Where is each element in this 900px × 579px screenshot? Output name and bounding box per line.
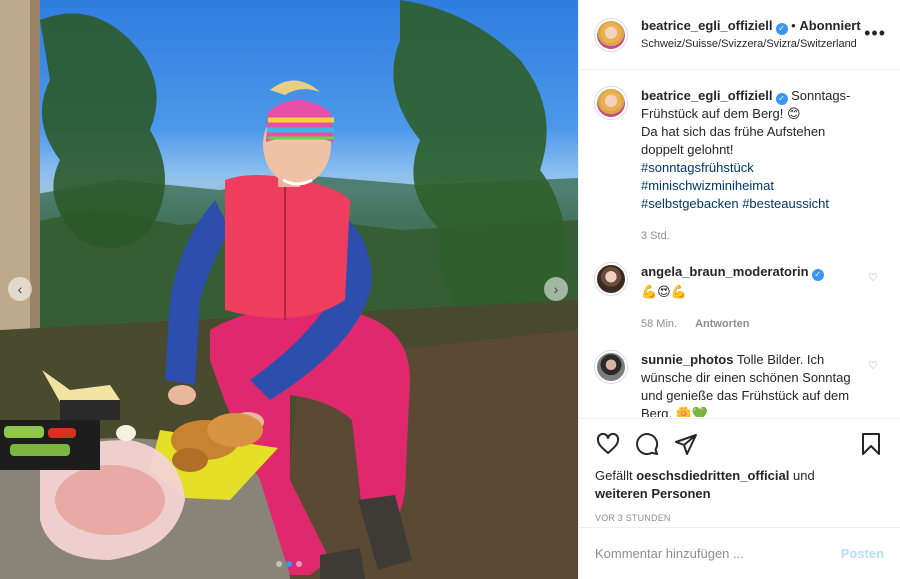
chevron-left-icon: ‹ <box>17 281 23 297</box>
carousel-prev-button[interactable]: ‹ <box>8 277 32 301</box>
hashtag-link[interactable]: #sonntagsfrühstück <box>641 159 863 177</box>
likes-summary: Gefällt oeschsdiedritten_official und we… <box>595 467 884 503</box>
carousel-dot <box>276 561 282 567</box>
caption: beatrice_egli_offiziell ✓ Sonntags-Frühst… <box>595 87 884 245</box>
comment-icon <box>636 433 659 456</box>
likes-prefix: Gefällt <box>595 468 633 483</box>
like-button[interactable] <box>595 431 621 457</box>
hashtag-link[interactable]: #selbstgebacken <box>641 196 739 211</box>
carousel-next-button[interactable]: › <box>544 277 568 301</box>
post-photo[interactable]: ‹ › <box>0 0 578 579</box>
comment-avatar[interactable] <box>595 351 627 383</box>
caption-time[interactable]: 3 Std. <box>641 227 863 245</box>
hashtag-link[interactable]: #minischwizminiheimat <box>641 177 863 195</box>
share-icon <box>675 434 697 455</box>
comment-like-heart-icon[interactable]: ♡ <box>868 271 878 284</box>
comment-username[interactable]: angela_braun_moderatorin <box>641 264 809 279</box>
action-icons-row <box>595 431 884 457</box>
comment-username[interactable]: sunnie_photos <box>641 352 733 367</box>
post-actions: Gefällt oeschsdiedritten_official und we… <box>579 418 900 523</box>
comment-text: 💪😍💪 <box>641 284 687 299</box>
carousel-indicator <box>276 561 302 567</box>
likes-others-link[interactable]: weiteren Personen <box>595 486 711 501</box>
liker-username[interactable]: oeschsdiedritten_official <box>636 468 789 483</box>
header-separator: • <box>791 17 796 33</box>
verified-icon: ✓ <box>775 93 788 105</box>
post-comment-button[interactable]: Posten <box>841 546 884 561</box>
verified-icon: ✓ <box>775 22 788 35</box>
comment-body: sunnie_photos Tolle Bilder. Ich wünsche … <box>641 351 863 417</box>
instagram-post-dialog: ‹ › beatrice_egli_offiziell ✓ • Abonniert… <box>0 0 900 579</box>
author-username[interactable]: beatrice_egli_offiziell <box>641 18 773 33</box>
comment-item: sunnie_photos Tolle Bilder. Ich wünsche … <box>595 351 884 417</box>
comment-meta: 58 Min. Antworten <box>641 315 863 333</box>
save-button[interactable] <box>858 431 884 457</box>
add-comment-bar: Posten <box>579 527 900 579</box>
likes-middle: und <box>792 468 815 483</box>
post-header: beatrice_egli_offiziell ✓ • Abonniert Sch… <box>579 0 900 70</box>
caption-username[interactable]: beatrice_egli_offiziell <box>641 88 773 103</box>
caption-avatar[interactable] <box>595 87 627 119</box>
caption-text-line2: Da hat sich das frühe Aufstehen doppelt … <box>641 124 826 157</box>
caption-body: beatrice_egli_offiziell ✓ Sonntags-Frühst… <box>641 87 863 245</box>
photo-illustration <box>0 0 578 579</box>
carousel-dot-active <box>286 561 292 567</box>
chevron-right-icon: › <box>553 281 559 297</box>
header-text: beatrice_egli_offiziell ✓ • Abonniert Sch… <box>641 17 861 53</box>
location-link[interactable]: Schweiz/Suisse/Svizzera/Svizra/Switzerla… <box>641 35 861 53</box>
reply-button[interactable]: Antworten <box>695 318 749 330</box>
verified-icon: ✓ <box>811 269 824 281</box>
heart-outline-icon <box>596 432 620 454</box>
follow-status-button[interactable]: Abonniert <box>799 18 860 33</box>
comment-time[interactable]: 58 Min. <box>641 318 677 330</box>
post-side-panel: beatrice_egli_offiziell ✓ • Abonniert Sch… <box>578 0 900 579</box>
hashtag-link[interactable]: #besteaussicht <box>742 196 829 211</box>
comments-section[interactable]: beatrice_egli_offiziell ✓ Sonntags-Frühst… <box>579 71 900 417</box>
share-button[interactable] <box>673 431 699 457</box>
comment-item: angela_braun_moderatorin ✓ 💪😍💪 58 Min. Ant… <box>595 263 884 333</box>
comment-input[interactable] <box>595 546 841 561</box>
post-timestamp[interactable]: VOR 3 STUNDEN <box>595 513 884 523</box>
comment-button[interactable] <box>634 431 660 457</box>
carousel-dot <box>296 561 302 567</box>
comment-like-heart-icon[interactable]: ♡ <box>868 359 878 372</box>
author-avatar[interactable] <box>595 18 627 51</box>
comment-body: angela_braun_moderatorin ✓ 💪😍💪 58 Min. Ant… <box>641 263 863 333</box>
more-options-icon[interactable]: ••• <box>864 24 886 42</box>
comment-avatar[interactable] <box>595 263 627 295</box>
bookmark-icon <box>862 433 880 455</box>
